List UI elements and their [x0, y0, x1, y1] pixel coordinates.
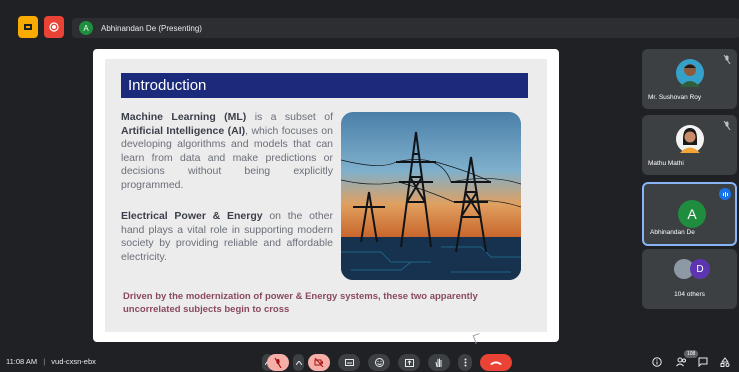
para1-text-a: is a subset of — [246, 111, 333, 123]
slide-title: Introduction — [128, 77, 207, 94]
present-icon — [404, 358, 414, 367]
top-bar: A Abhinandan De (Presenting) — [0, 0, 739, 44]
participant-tile[interactable]: Mr. Sushovan Roy — [642, 49, 737, 109]
slide-paragraph-power: Electrical Power & Energy on the other h… — [121, 210, 333, 264]
camera-options-button[interactable] — [293, 354, 304, 371]
power-tower-image — [341, 112, 521, 280]
more-vert-icon — [464, 358, 466, 367]
captions-icon — [344, 359, 354, 366]
info-icon — [652, 357, 662, 367]
hand-icon — [435, 358, 442, 367]
slide-paragraph-ml: Machine Learning (ML) is a subset of Art… — [121, 111, 333, 192]
participant-name: Mathu Mathi — [648, 160, 684, 167]
participant-name: Mr. Sushovan Roy — [648, 94, 702, 101]
leave-call-button[interactable] — [480, 354, 512, 371]
record-icon[interactable] — [44, 16, 64, 38]
avatar: D — [690, 259, 710, 279]
presenter-label: Abhinandan De (Presenting) — [101, 23, 202, 33]
others-tile[interactable]: D 104 others — [642, 249, 737, 309]
avatar — [676, 125, 704, 153]
chat-icon — [698, 357, 708, 368]
emoji-icon — [374, 358, 384, 367]
participant-count-badge: 108 — [684, 350, 699, 358]
speaking-icon — [719, 188, 731, 200]
presentation-area: Introduction Machine Learning (ML) is a … — [93, 49, 559, 342]
camera-toggle-button[interactable] — [308, 354, 330, 371]
ai-term: Artificial Intelligence (AI) — [121, 124, 246, 137]
slide: Introduction Machine Learning (ML) is a … — [105, 59, 547, 332]
meeting-info: 11:08 AM | vud-cxsn-ebx — [6, 357, 96, 366]
slide-footer-text: Driven by the modernization of power & E… — [123, 291, 478, 315]
separator: | — [43, 357, 46, 366]
reactions-button[interactable] — [368, 354, 390, 371]
mic-off-icon — [274, 357, 282, 368]
people-icon — [676, 357, 686, 367]
mic-off-icon — [723, 54, 731, 66]
more-options-button[interactable] — [458, 354, 472, 371]
activities-button[interactable] — [720, 357, 730, 369]
participant-tile-active[interactable]: A Abhinandan De — [642, 182, 737, 246]
bottom-bar: 11:08 AM | vud-cxsn-ebx — [0, 350, 739, 372]
participant-tile[interactable]: Mathu Mathi — [642, 115, 737, 175]
mic-off-icon — [723, 120, 731, 132]
captions-button[interactable] — [338, 354, 360, 371]
presenter-bar: A Abhinandan De (Presenting) — [72, 18, 739, 38]
camera-off-icon — [314, 358, 324, 367]
people-button[interactable] — [676, 357, 687, 369]
others-count: 104 others — [674, 291, 705, 298]
mic-toggle-button[interactable] — [267, 354, 289, 371]
avatar — [676, 59, 704, 87]
chat-button[interactable] — [698, 357, 708, 369]
activities-icon — [720, 357, 730, 367]
present-button[interactable] — [398, 354, 420, 371]
meeting-code: vud-cxsn-ebx — [51, 357, 96, 366]
slide-title-bar: Introduction — [121, 73, 528, 98]
avatar: A — [678, 200, 706, 228]
end-call-icon — [490, 361, 502, 365]
clock: 11:08 AM — [6, 357, 38, 366]
raise-hand-button[interactable] — [428, 354, 450, 371]
participant-name: Abhinandan De — [650, 229, 695, 236]
meeting-details-button[interactable] — [652, 357, 662, 369]
power-term: Electrical Power & Energy — [121, 210, 263, 222]
presenter-avatar: A — [79, 21, 93, 35]
ml-term: Machine Learning (ML) — [121, 111, 247, 123]
presentation-icon[interactable] — [18, 16, 38, 38]
